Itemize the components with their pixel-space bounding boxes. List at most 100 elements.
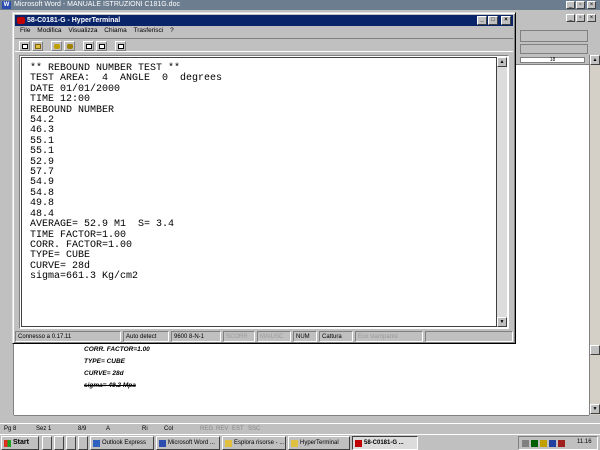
terminal-line: 55.1 — [30, 146, 55, 158]
status-caps: MAIUSC — [257, 331, 291, 342]
terminal-frame: ** REBOUND NUMBER TEST ** TEST AREA: 4 AN… — [19, 55, 509, 329]
task-outlook-express[interactable]: Outlook Express — [90, 436, 154, 450]
send-icon[interactable] — [83, 41, 94, 51]
status-num: NUM — [293, 331, 317, 342]
word-title-bar: Microsoft Word - MANUALE ISTRUZIONI C181… — [0, 0, 600, 10]
status-ovr[interactable]: SSC — [248, 426, 260, 432]
menu-edit[interactable]: Modifica — [37, 27, 61, 34]
toolbar — [15, 38, 513, 52]
word-ruler-label: 18 — [549, 57, 556, 63]
receive-icon[interactable] — [96, 41, 107, 51]
status-ext[interactable]: EST — [232, 426, 244, 432]
doc-line-sigma: sigma= 49.2 Mpa — [84, 382, 136, 389]
terminal-line: sigma=661.3 Kg/cm2 — [30, 271, 139, 283]
scroll-thumb[interactable] — [590, 345, 600, 355]
terminal-line: 52.9 — [30, 156, 55, 168]
status-rec[interactable]: REG — [200, 426, 213, 432]
outlook-icon — [93, 440, 100, 447]
start-button[interactable]: Start — [1, 436, 39, 450]
hyperterminal-status-bar: Connesso a 0.17.11 Auto detect 9600 8-N-… — [15, 331, 513, 342]
menu-file[interactable]: File — [20, 27, 30, 34]
status-rev[interactable]: REV — [216, 426, 228, 432]
terminal-line: 54.2 — [30, 115, 55, 127]
phone-icon[interactable] — [51, 41, 62, 51]
quicklaunch-desktop-icon[interactable] — [66, 436, 76, 450]
start-label: Start — [13, 439, 29, 446]
word-document-area[interactable] — [516, 55, 589, 415]
tray-icon-4[interactable] — [549, 440, 556, 447]
status-echo: Eco stampante — [355, 331, 423, 342]
clock[interactable]: 11.16 — [577, 439, 592, 445]
quicklaunch-channel-icon[interactable] — [78, 436, 88, 450]
task-label: Esplora risorse - ... — [234, 440, 285, 446]
word-vertical-scrollbar[interactable]: ▲ ▼ — [589, 55, 600, 415]
scroll-up-icon[interactable]: ▲ — [590, 55, 600, 65]
task-label: HyperTerminal — [300, 440, 339, 446]
terminal-line: AVERAGE= 52.9 M1 S= 3.4 — [30, 219, 175, 231]
word-horizontal-scrollbar[interactable] — [14, 415, 589, 423]
quicklaunch-outlook-icon[interactable] — [54, 436, 64, 450]
tray-icon-5[interactable] — [558, 440, 565, 447]
word-doc-minimize-button[interactable]: _ — [566, 14, 575, 22]
status-col: Col — [164, 426, 174, 432]
menu-transfer[interactable]: Trasferisci — [134, 27, 164, 34]
disconnect-icon[interactable] — [64, 41, 75, 51]
status-port: 9600 8-N-1 — [171, 331, 221, 342]
close-button[interactable]: × — [501, 16, 511, 25]
quicklaunch-ie-icon[interactable] — [42, 436, 52, 450]
doc-line-type: TYPE= CUBE — [84, 358, 125, 365]
terminal-vertical-scrollbar[interactable]: ▲ ▼ — [497, 57, 507, 327]
terminal-scroll-down-icon[interactable]: ▼ — [497, 317, 507, 327]
word-restore-button[interactable]: ▫ — [576, 1, 585, 9]
menu-view[interactable]: Visualizza — [68, 27, 97, 34]
word-ruler[interactable]: 18 — [520, 57, 585, 63]
folder-icon — [225, 440, 232, 447]
word-format-toolbar — [520, 44, 588, 54]
status-at: A — [106, 426, 111, 432]
properties-icon[interactable] — [115, 41, 126, 51]
tray-icon-1[interactable] — [522, 440, 529, 447]
task-label: Microsoft Word ... — [168, 440, 215, 446]
hyperterminal-title-bar[interactable]: 58-C0181-G - HyperTerminal _ □ × — [15, 15, 513, 26]
hyperterminal-title-text: 58-C0181-G - HyperTerminal — [27, 17, 121, 24]
task-58-c0181-g[interactable]: 58-C0181-G ... — [352, 436, 418, 450]
doc-line-corr-factor: CORR. FACTOR=1.00 — [84, 346, 150, 353]
terminal-line: 55.1 — [30, 135, 55, 147]
hyperterminal-phone-icon[interactable] — [17, 17, 25, 24]
word-app-icon[interactable]: W — [2, 1, 11, 9]
terminal-scroll-up-icon[interactable]: ▲ — [497, 57, 507, 67]
word-doc-restore-button[interactable]: ▫ — [576, 14, 585, 22]
minimize-button[interactable]: _ — [477, 16, 487, 25]
task-microsoft-word[interactable]: Microsoft Word ... — [156, 436, 220, 450]
status-scroll: SCORR — [223, 331, 255, 342]
open-icon[interactable] — [32, 41, 43, 51]
speaker-icon[interactable] — [540, 440, 547, 447]
task-hyperterminal[interactable]: HyperTerminal — [288, 436, 350, 450]
terminal-screen[interactable]: ** REBOUND NUMBER TEST ** TEST AREA: 4 AN… — [21, 57, 497, 327]
folder-icon — [291, 440, 298, 447]
status-capture: Cattura — [319, 331, 353, 342]
word-icon — [159, 440, 166, 447]
terminal-line: REBOUND NUMBER — [30, 104, 115, 116]
tray-icon-2[interactable] — [531, 440, 538, 447]
terminal-line: 54.8 — [30, 187, 55, 199]
terminal-line: 46.3 — [30, 125, 55, 137]
task-explorer[interactable]: Esplora risorse - ... — [222, 436, 286, 450]
word-minimize-button[interactable]: _ — [566, 1, 575, 9]
task-label: Outlook Express — [102, 440, 147, 446]
menu-call[interactable]: Chiama — [104, 27, 126, 34]
terminal-line: 57.7 — [30, 167, 55, 179]
word-close-button[interactable]: × — [587, 1, 596, 9]
scroll-down-icon[interactable]: ▼ — [590, 404, 600, 414]
taskbar: Start Outlook Express Microsoft Word ...… — [0, 434, 600, 450]
new-icon[interactable] — [19, 41, 30, 51]
hyperterminal-icon — [355, 440, 362, 447]
terminal-line: 49.8 — [30, 198, 55, 210]
menu-help[interactable]: ? — [170, 27, 174, 34]
hyperterminal-window[interactable]: 58-C0181-G - HyperTerminal _ □ × File Mo… — [12, 12, 516, 344]
maximize-button[interactable]: □ — [488, 16, 498, 25]
status-empty — [425, 331, 513, 342]
system-tray: 11.16 — [518, 436, 598, 450]
word-doc-close-button[interactable]: × — [587, 14, 596, 22]
task-label: 58-C0181-G ... — [364, 440, 404, 446]
